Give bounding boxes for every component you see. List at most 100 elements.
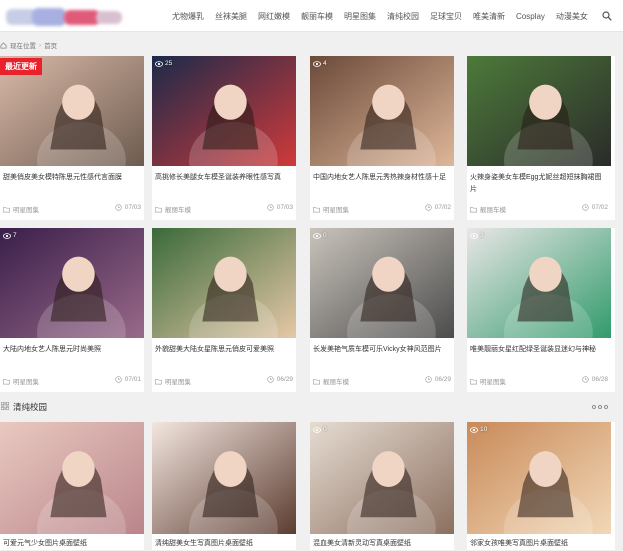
nav-item[interactable]: 清纯校园 — [387, 11, 419, 22]
clock-icon — [114, 204, 122, 211]
main-nav: 尤物爆乳 丝袜美腿 网红嫩模 靓丽车模 明星图集 清纯校园 足球宝贝 唯美清新 … — [172, 0, 599, 32]
post-card[interactable]: 3 唯美靓丽女星红配绿圣诞装显迷幻与神秘 明星图集 06/28 — [467, 228, 615, 392]
view-count: 0 — [313, 426, 327, 433]
nav-item[interactable]: Cosplay — [516, 12, 545, 21]
post-thumbnail[interactable] — [310, 56, 454, 166]
post-category[interactable]: 明星图集 — [313, 204, 349, 214]
eye-icon — [470, 232, 478, 239]
view-count-value: 3 — [480, 232, 484, 239]
folder-icon — [470, 206, 477, 212]
post-card[interactable]: 最近更新甜美俏皮美女模特陈思元性感代言面膜 明星图集 07/03 — [0, 56, 144, 220]
post-title[interactable]: 大陆内地女艺人陈思元时尚美照 — [3, 344, 141, 356]
nav-item[interactable]: 唯美清新 — [473, 11, 505, 22]
clock-icon — [424, 204, 432, 211]
nav-item[interactable]: 丝袜美腿 — [215, 11, 247, 22]
post-meta: 明星图集 06/29 — [155, 376, 293, 386]
post-card[interactable]: 外貌甜美大陆女星陈思元俏皮可爱美照明星图集 06/29 — [152, 228, 296, 392]
post-category[interactable]: 靓丽车模 — [155, 204, 191, 214]
post-thumbnail[interactable] — [0, 422, 144, 534]
post-card[interactable]: 25 高挑修长美腿女车模圣诞装养眼性感写真 靓丽车模 07/03 — [152, 56, 296, 220]
section-card[interactable]: 可爱元气少女图片桌面壁纸 — [0, 422, 144, 550]
post-thumbnail[interactable] — [310, 422, 454, 534]
post-card[interactable]: 7 大陆内地女艺人陈思元时尚美照明星图集 07/01 — [0, 228, 144, 392]
breadcrumb-home-link[interactable]: 首页 — [44, 40, 57, 50]
section-card[interactable]: 10 邻家女孩唯美写真图片桌面壁纸 — [467, 422, 615, 550]
view-count-value: 4 — [323, 60, 327, 67]
new-badge: 最近更新 — [0, 58, 42, 75]
post-thumbnail[interactable] — [0, 228, 144, 338]
clock-icon — [581, 376, 589, 383]
eye-icon — [3, 232, 11, 239]
post-category-label: 明星图集 — [13, 379, 39, 386]
post-category[interactable]: 靓丽车模 — [313, 376, 349, 386]
post-date-value: 07/01 — [124, 376, 141, 383]
post-card[interactable]: 0 长发美艳气质车模可乐Vicky女神风范图片靓丽车模 06/29 — [310, 228, 454, 392]
grid-icon — [1, 402, 9, 410]
search-icon[interactable] — [602, 11, 612, 21]
section-card[interactable]: 清纯甜美女生写真图片桌面壁纸 — [152, 422, 296, 550]
view-count: 4 — [313, 60, 327, 67]
site-logo[interactable] — [6, 7, 124, 27]
post-card[interactable]: 火辣身姿美女车模Egg尤妮丝超短抹胸裙图片靓丽车模 07/02 — [467, 56, 615, 220]
post-date: 06/29 — [424, 376, 451, 383]
view-count-value: 0 — [323, 232, 327, 239]
post-category-label: 靓丽车模 — [480, 207, 506, 214]
post-category-label: 靓丽车模 — [323, 379, 349, 386]
post-meta: 靓丽车模 07/02 — [470, 204, 608, 214]
nav-item[interactable]: 明星图集 — [344, 11, 376, 22]
post-title[interactable]: 甜美俏皮美女模特陈思元性感代言面膜 — [3, 172, 141, 184]
post-card[interactable]: 4 中国内地女艺人陈思元秀热辣身材性感十足 明星图集 07/02 — [310, 56, 454, 220]
post-title[interactable]: 中国内地女艺人陈思元秀热辣身材性感十足 — [313, 172, 451, 184]
post-title[interactable]: 混血美女清新灵动写真桌面壁纸 — [313, 538, 411, 548]
post-title[interactable]: 高挑修长美腿女车模圣诞装养眼性感写真 — [155, 172, 293, 184]
post-thumbnail[interactable] — [152, 56, 296, 166]
eye-icon — [313, 60, 321, 67]
post-thumbnail[interactable] — [152, 228, 296, 338]
post-title[interactable]: 唯美靓丽女星红配绿圣诞装显迷幻与神秘 — [470, 344, 608, 356]
post-thumbnail[interactable] — [467, 56, 611, 166]
section-card[interactable]: 0 混血美女清新灵动写真桌面壁纸 — [310, 422, 454, 550]
nav-item[interactable]: 动漫美女 — [556, 11, 588, 22]
post-thumbnail[interactable] — [310, 228, 454, 338]
post-meta: 明星图集 06/28 — [470, 376, 608, 386]
breadcrumb-separator: › — [39, 41, 42, 49]
post-title[interactable]: 长发美艳气质车模可乐Vicky女神风范图片 — [313, 344, 451, 356]
view-count-value: 25 — [165, 60, 173, 67]
folder-icon — [313, 378, 320, 384]
post-date: 06/29 — [266, 376, 293, 383]
post-meta: 明星图集 07/03 — [3, 204, 141, 214]
post-category[interactable]: 明星图集 — [3, 376, 39, 386]
post-title[interactable]: 火辣身姿美女车模Egg尤妮丝超短抹胸裙图片 — [470, 172, 608, 196]
folder-icon — [470, 378, 477, 384]
post-category[interactable]: 靓丽车模 — [470, 204, 506, 214]
post-date-value: 06/29 — [434, 376, 451, 383]
nav-item[interactable]: 靓丽车模 — [301, 11, 333, 22]
post-category[interactable]: 明星图集 — [470, 376, 506, 386]
post-thumbnail[interactable] — [152, 422, 296, 534]
post-category[interactable]: 明星图集 — [155, 376, 191, 386]
post-category[interactable]: 明星图集 — [3, 204, 39, 214]
post-thumbnail[interactable] — [467, 228, 611, 338]
home-icon — [0, 41, 7, 49]
nav-item[interactable]: 足球宝贝 — [430, 11, 462, 22]
clock-icon — [581, 204, 589, 211]
post-title[interactable]: 可爱元气少女图片桌面壁纸 — [3, 538, 87, 548]
eye-icon — [313, 232, 321, 239]
eye-icon — [155, 60, 163, 67]
post-title[interactable]: 邻家女孩唯美写真图片桌面壁纸 — [470, 538, 568, 548]
nav-item[interactable]: 网红嫩模 — [258, 11, 290, 22]
nav-item[interactable]: 尤物爆乳 — [172, 11, 204, 22]
post-meta: 靓丽车模 06/29 — [313, 376, 451, 386]
post-title[interactable]: 外貌甜美大陆女星陈思元俏皮可爱美照 — [155, 344, 293, 356]
post-meta: 明星图集 07/01 — [3, 376, 141, 386]
post-meta: 明星图集 07/02 — [313, 204, 451, 214]
post-date: 07/01 — [114, 376, 141, 383]
view-count-value: 7 — [13, 232, 17, 239]
post-category-label: 明星图集 — [165, 379, 191, 386]
eye-icon — [313, 426, 321, 433]
folder-icon — [155, 206, 162, 212]
post-title[interactable]: 清纯甜美女生写真图片桌面壁纸 — [155, 538, 253, 548]
section-header: 清纯校园 — [0, 398, 623, 416]
post-thumbnail[interactable] — [467, 422, 611, 534]
more-icon[interactable] — [592, 405, 608, 409]
